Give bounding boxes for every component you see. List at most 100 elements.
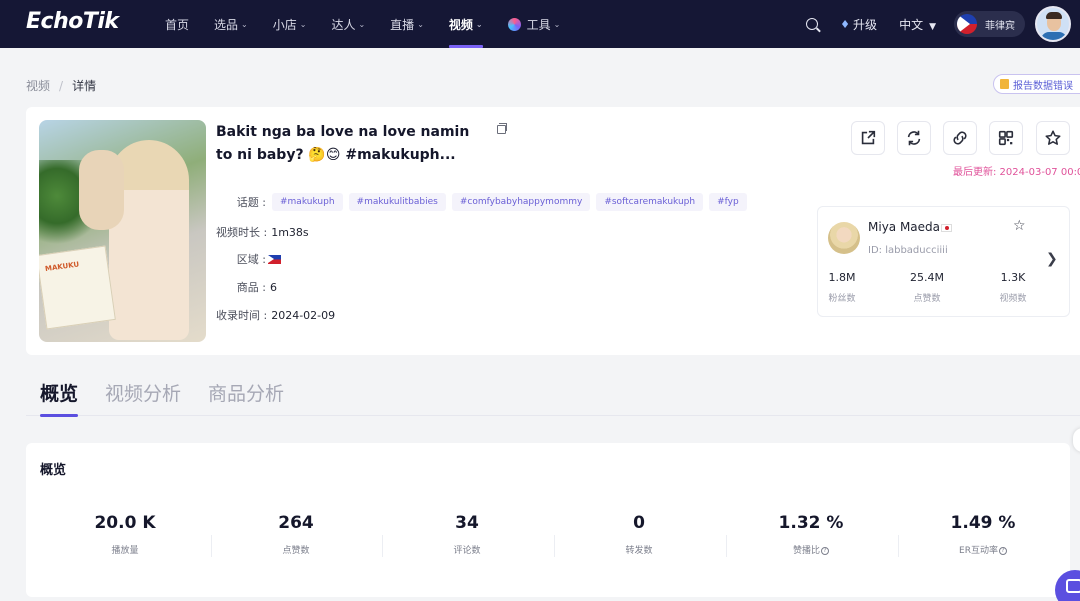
link-icon xyxy=(953,131,967,145)
nav-item-label: 选品 xyxy=(214,17,239,32)
chevron-down-icon: ⌄ xyxy=(299,19,307,29)
help-icon[interactable]: ? xyxy=(821,546,829,555)
stat-label: 点赞数 xyxy=(913,294,941,304)
chevron-down-icon: ⌄ xyxy=(358,19,366,29)
stat-engagement-rate: 1.49 % ER互动率? xyxy=(897,513,1069,556)
chevron-right-icon[interactable]: ❯ xyxy=(1046,251,1058,267)
overview-title: 概览 xyxy=(40,463,67,478)
video-title: Bakit nga ba love na love namin to ni ba… xyxy=(216,124,470,163)
side-scroll-handle[interactable] xyxy=(1073,428,1080,452)
chevron-down-icon: ⌄ xyxy=(417,19,424,29)
report-icon xyxy=(1000,79,1009,89)
stat-value: 25.4M xyxy=(910,271,944,284)
stat-value: 0 xyxy=(633,513,645,533)
creator-stat-likes: 25.4M 点赞数 xyxy=(897,271,957,304)
creator-stat-followers: 1.8M 粉丝数 xyxy=(812,271,872,304)
topics-row: 话题 : #makukuph #makukulitbabies #comfyba… xyxy=(216,193,753,211)
duration-value: 1m38s xyxy=(271,225,309,239)
qrcode-button[interactable] xyxy=(989,121,1023,155)
refresh-button[interactable] xyxy=(897,121,931,155)
nav-right: ♦ 升级 中文 ▼ 菲律宾 xyxy=(806,0,1080,48)
tab-product-analysis[interactable]: 商品分析 xyxy=(208,372,284,416)
stat-value: 1.3K xyxy=(1000,271,1026,284)
nav-item-home[interactable]: 首页 xyxy=(165,0,189,48)
nav-item-videos[interactable]: 视频 ⌄ xyxy=(448,0,483,48)
nav-item-tools[interactable]: 工具 ⌄ xyxy=(507,0,560,48)
stat-label: 赞播比 xyxy=(792,546,820,556)
nav-item-live[interactable]: 直播 ⌄ xyxy=(390,0,424,48)
breadcrumb-current: 详情 xyxy=(72,79,97,93)
chevron-down-icon: ⌄ xyxy=(241,19,248,29)
stat-value: 34 xyxy=(455,513,479,533)
upgrade-button[interactable]: ♦ 升级 xyxy=(840,16,877,33)
detail-tabs: 概览 视频分析 商品分析 xyxy=(26,372,1080,417)
stat-value: 20.0 K xyxy=(94,513,156,533)
stat-value: 1.49 % xyxy=(950,513,1016,533)
user-avatar[interactable] xyxy=(1035,6,1071,42)
stat-views: 20.0 K 播放量 xyxy=(39,513,211,556)
stat-label-wrap: 赞播比? xyxy=(725,543,897,556)
report-data-error-button[interactable]: 报告数据错误 xyxy=(993,74,1080,94)
stat-label-wrap: ER互动率? xyxy=(897,543,1069,556)
stat-comments: 34 评论数 xyxy=(381,513,553,556)
tab-video-analysis[interactable]: 视频分析 xyxy=(105,372,181,416)
topic-tag[interactable]: #makukuph xyxy=(272,193,343,211)
nav-item-creators[interactable]: 达人 ⌄ xyxy=(331,0,365,48)
language-select[interactable]: 中文 ▼ xyxy=(899,16,936,33)
top-nav: EchoTik 首页 选品 ⌄ 小店 ⌄ 达人 ⌄ 直播 ⌄ 视频 ⌄ 工具 ⌄ ♦ 升级 中… xyxy=(0,0,1080,48)
video-thumbnail[interactable] xyxy=(39,120,206,342)
tool-icon xyxy=(507,17,521,31)
diamond-icon: ♦ xyxy=(840,17,851,31)
video-detail-card: Bakit nga ba love na love namin to ni ba… xyxy=(26,107,1080,355)
region-select[interactable]: 菲律宾 xyxy=(954,11,1025,37)
copy-icon[interactable] xyxy=(497,123,507,134)
topic-tag[interactable]: #comfybabyhappymommy xyxy=(451,193,591,211)
stat-label: 点赞数 xyxy=(282,546,310,556)
stat-label-wrap: 点赞数 xyxy=(210,543,382,556)
topic-tag[interactable]: #fyp xyxy=(709,193,747,211)
nav-item-label: 达人 xyxy=(331,17,356,32)
star-icon[interactable]: ☆ xyxy=(1013,218,1026,234)
search-icon[interactable] xyxy=(806,18,819,30)
stat-value: 264 xyxy=(278,513,314,533)
nav-item-shops[interactable]: 小店 ⌄ xyxy=(273,0,307,48)
star-icon xyxy=(1045,130,1061,145)
topic-tag[interactable]: #makukulitbabies xyxy=(348,193,446,211)
qrcode-icon xyxy=(998,130,1014,146)
nav-item-label: 小店 xyxy=(272,17,297,32)
stat-likes: 264 点赞数 xyxy=(210,513,382,556)
caret-down-icon: ▼ xyxy=(929,21,936,32)
upgrade-label: 升级 xyxy=(853,17,878,32)
region-label: 菲律宾 xyxy=(985,20,1015,32)
topic-tag[interactable]: #softcaremakukuph xyxy=(596,193,704,211)
stat-label: 转发数 xyxy=(625,546,653,556)
report-button-label: 报告数据错误 xyxy=(1013,80,1073,92)
collected-row: 收录时间 : 2024-02-09 xyxy=(216,307,335,323)
share-icon xyxy=(861,130,876,145)
share-button[interactable] xyxy=(851,121,885,155)
last-update-time: 最后更新: 2024-03-07 00:00 xyxy=(953,167,1080,178)
nav-item-label: 直播 xyxy=(390,17,415,32)
echotik-logo[interactable]: EchoTik xyxy=(26,9,119,34)
nav-item-products[interactable]: 选品 ⌄ xyxy=(214,0,248,48)
japan-flag-icon xyxy=(941,223,953,232)
philippines-flag-icon xyxy=(268,254,281,264)
stat-value: 1.32 % xyxy=(778,513,844,533)
stat-label: 播放量 xyxy=(111,546,139,556)
topics-label: 话题 : xyxy=(236,196,266,209)
duration-row: 视频时长 : 1m38s xyxy=(216,224,309,240)
link-button[interactable] xyxy=(943,121,977,155)
breadcrumb-root[interactable]: 视频 xyxy=(26,77,50,94)
help-icon[interactable]: ? xyxy=(998,546,1007,555)
tab-overview[interactable]: 概览 xyxy=(40,372,79,417)
products-value: 6 xyxy=(270,280,277,294)
collected-value: 2024-02-09 xyxy=(271,308,336,322)
creator-name: Miya Maeda xyxy=(868,220,941,234)
nav-item-label: 首页 xyxy=(165,17,190,32)
stat-label: 评论数 xyxy=(453,546,481,556)
language-label: 中文 xyxy=(899,17,924,32)
creator-card[interactable]: Miya Maeda ID: labbaducciiii ☆ ❯ 1.8M 粉丝… xyxy=(817,206,1070,317)
philippines-flag-icon xyxy=(957,14,977,34)
creator-name-wrap: Miya Maeda xyxy=(868,220,953,234)
favorite-button[interactable] xyxy=(1036,121,1070,155)
